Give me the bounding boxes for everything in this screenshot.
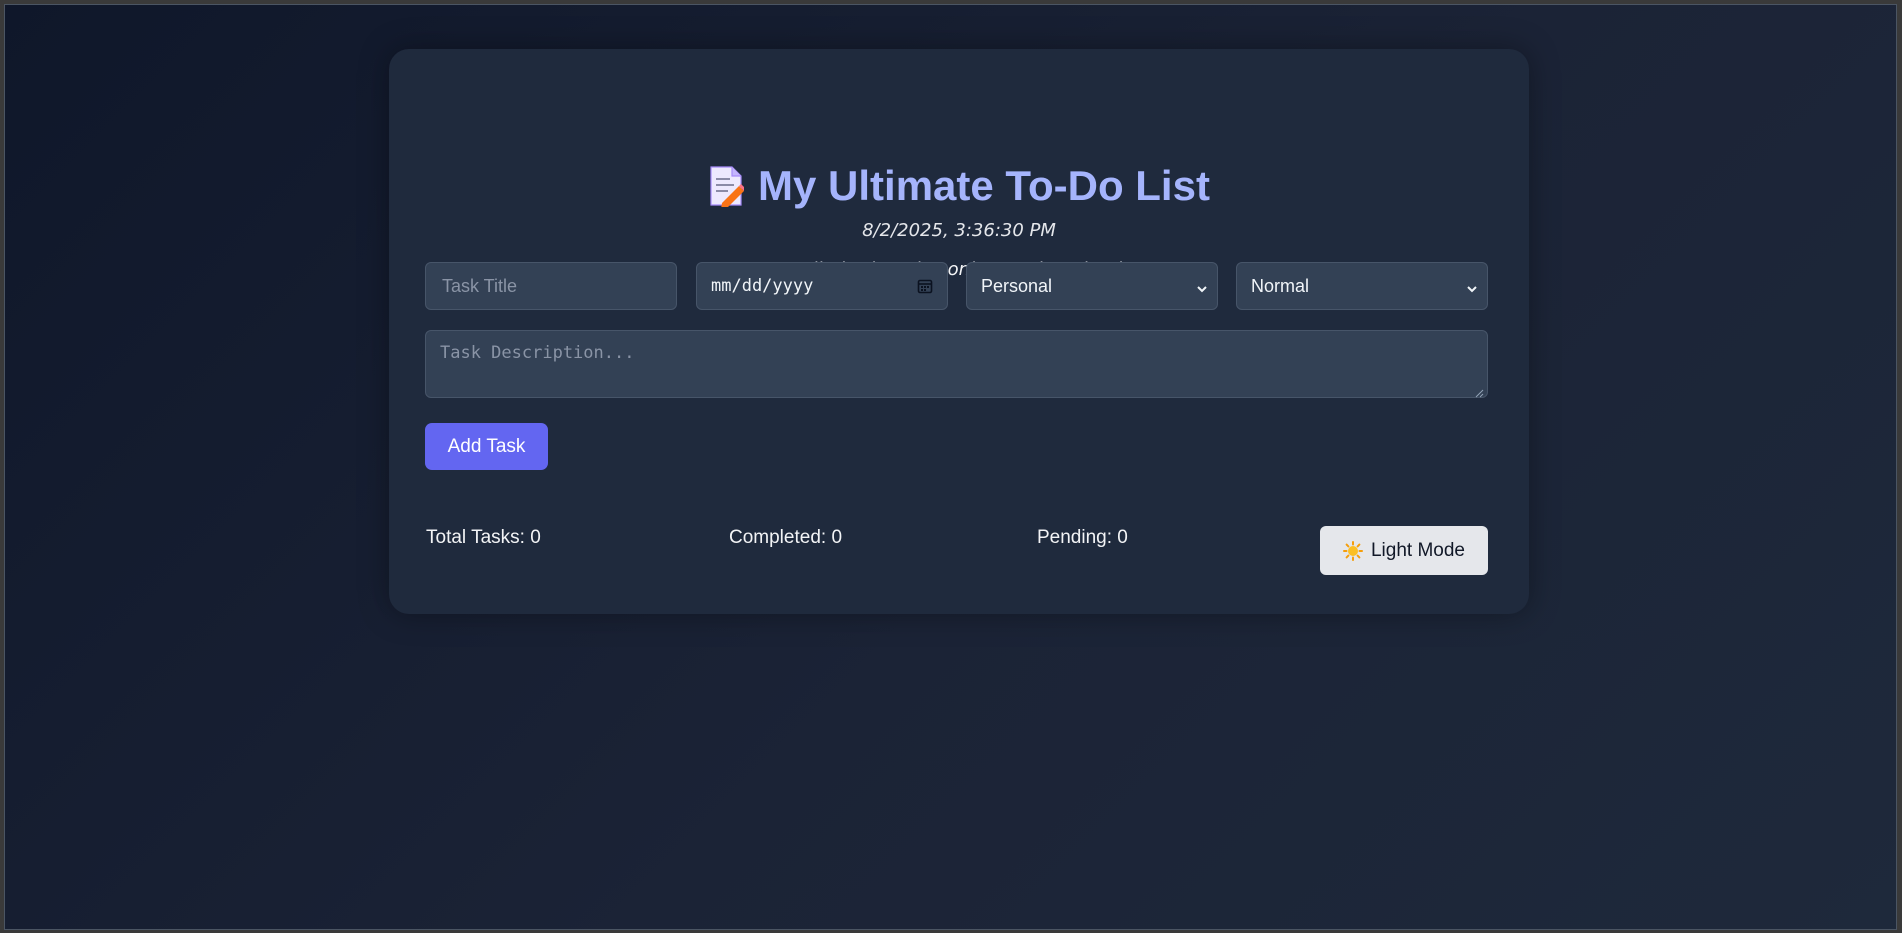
todo-card: My Ultimate To-Do List 8/2/2025, 3:36:30… (389, 49, 1529, 614)
total-tasks-stat: Total Tasks: 0 (426, 527, 541, 548)
category-select[interactable]: Personal (966, 262, 1218, 310)
priority-select[interactable]: Normal (1236, 262, 1488, 310)
calendar-icon[interactable] (917, 278, 933, 294)
date-input-text[interactable]: mm/dd/yyyy (711, 276, 947, 296)
memo-icon (708, 165, 747, 209)
current-datetime: 8/2/2025, 3:36:30 PM (862, 220, 1056, 241)
chevron-down-icon (1195, 280, 1209, 294)
priority-selected-value: Normal (1251, 275, 1310, 296)
task-description-field[interactable] (425, 330, 1488, 398)
task-title-input[interactable] (440, 274, 676, 298)
add-task-button[interactable]: Add Task (425, 423, 548, 470)
header: My Ultimate To-Do List (389, 161, 1529, 211)
pending-tasks-stat: Pending: 0 (1037, 527, 1128, 548)
completed-tasks-stat: Completed: 0 (729, 527, 843, 548)
task-description-input[interactable] (440, 343, 1473, 385)
resize-handle-icon[interactable] (1475, 385, 1484, 398)
light-mode-label: Light Mode (1370, 539, 1465, 561)
app-window: My Ultimate To-Do List 8/2/2025, 3:36:30… (4, 4, 1897, 930)
category-selected-value: Personal (981, 275, 1053, 296)
task-title-field[interactable] (425, 262, 677, 310)
light-mode-button[interactable]: Light Mode (1320, 526, 1488, 575)
chevron-down-icon (1465, 280, 1479, 294)
due-date-field[interactable]: mm/dd/yyyy (696, 262, 948, 310)
page-title: My Ultimate To-Do List (758, 162, 1210, 209)
sun-icon (1342, 540, 1363, 561)
